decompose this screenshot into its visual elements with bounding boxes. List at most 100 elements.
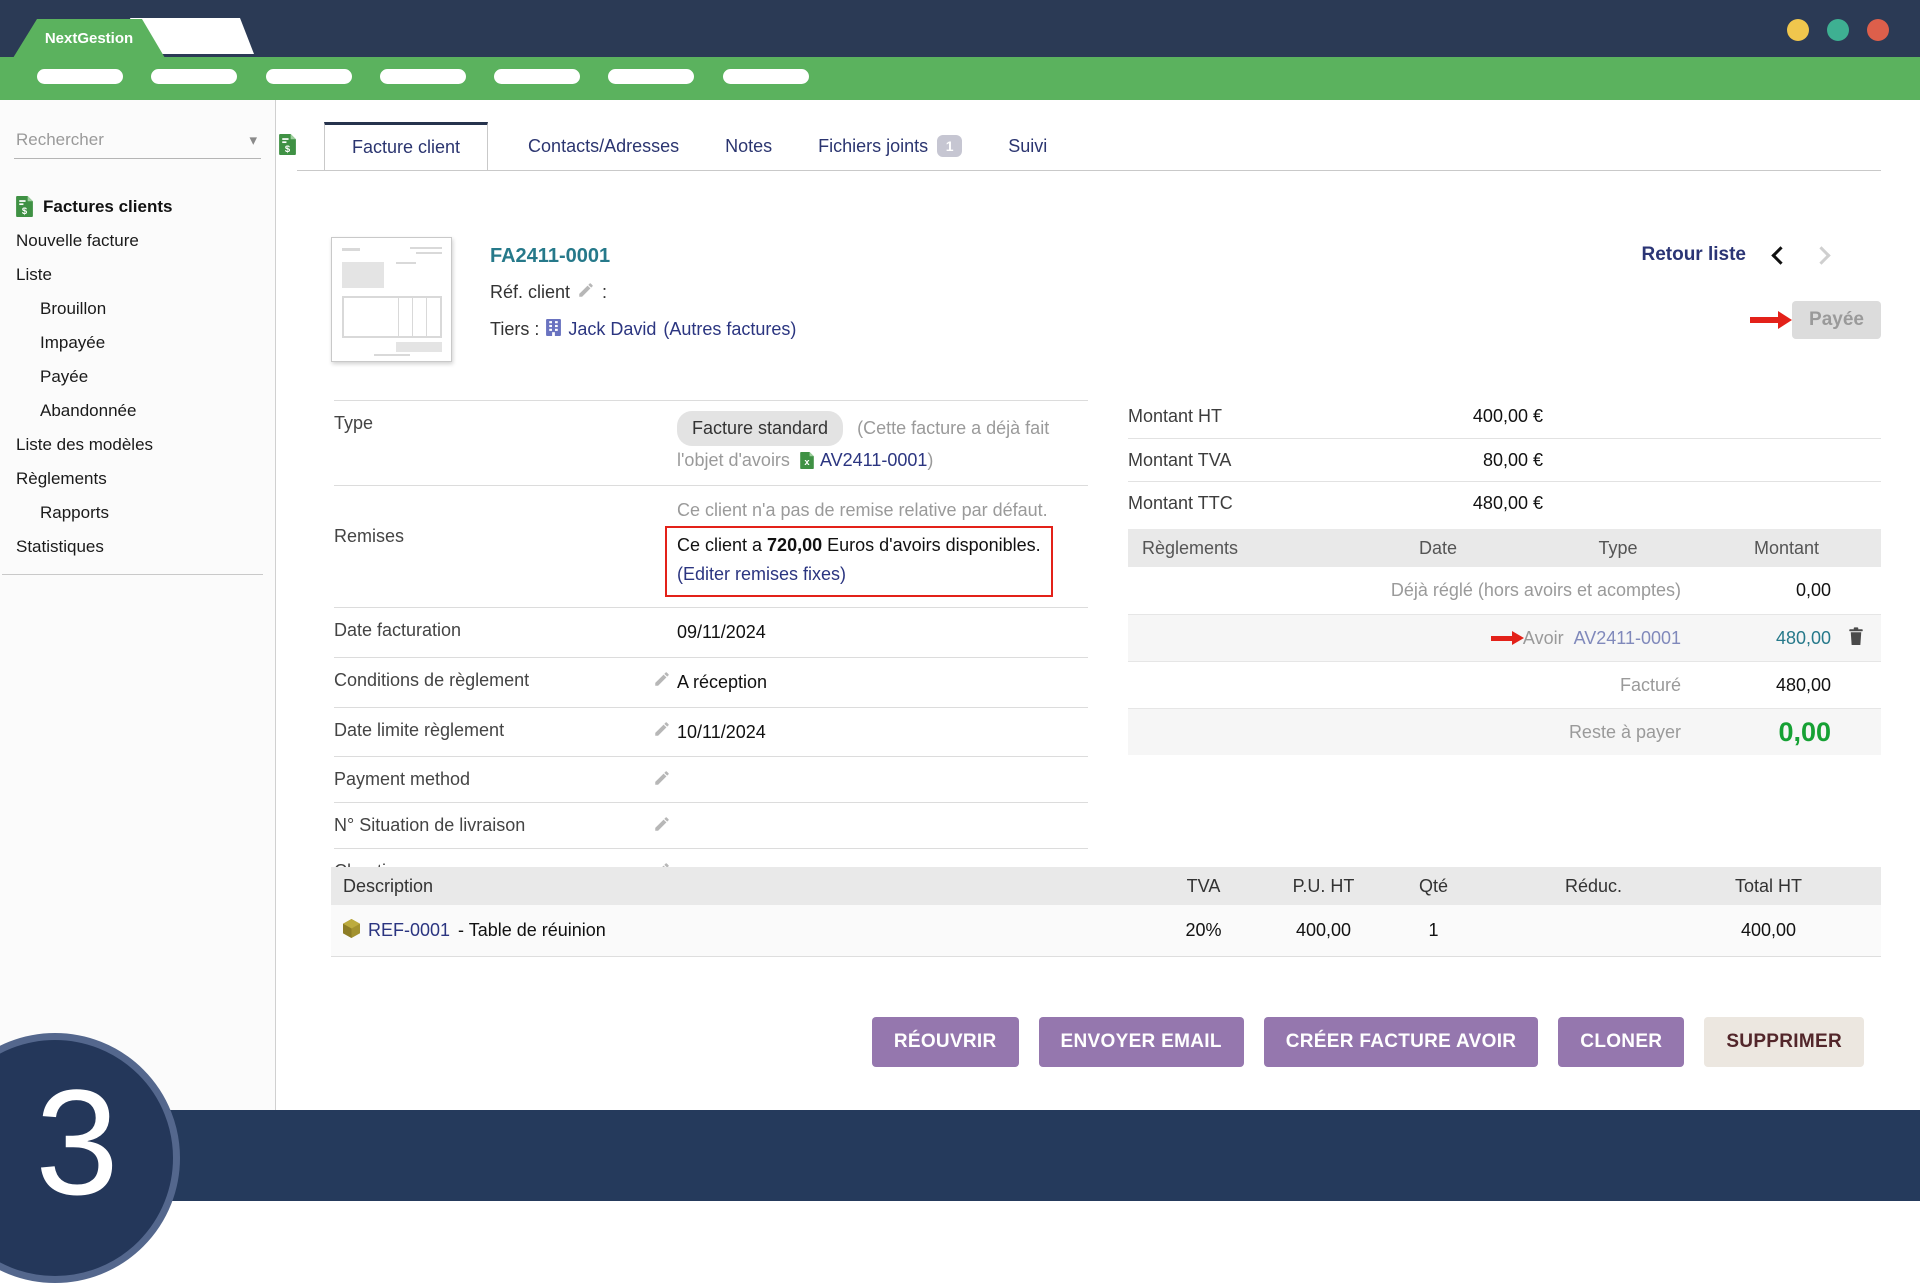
window-close-dot[interactable]	[1867, 19, 1889, 41]
reopen-button[interactable]: RÉOUVRIR	[872, 1017, 1019, 1067]
item-unit-price: 400,00	[1266, 920, 1381, 941]
column-header: Type	[1528, 538, 1708, 559]
window-maximize-dot[interactable]	[1827, 19, 1849, 41]
avoir-ref-link[interactable]: AV2411-0001	[1574, 628, 1681, 649]
chevron-left-icon[interactable]	[1771, 246, 1789, 264]
column-header: Montant	[1708, 538, 1881, 559]
delete-payment-trash-icon[interactable]	[1847, 626, 1865, 651]
tab-suivi[interactable]: Suivi	[1002, 136, 1053, 157]
menu-placeholder[interactable]	[723, 69, 809, 84]
menu-placeholder[interactable]	[151, 69, 237, 84]
step-number: 3	[35, 1056, 118, 1229]
row-label: Payment method	[334, 767, 624, 790]
tab-contacts-adresses[interactable]: Contacts/Adresses	[522, 136, 685, 157]
amounts-panel: Montant HT 400,00 € Montant TVA 80,00 € …	[1128, 395, 1881, 755]
back-to-list-link[interactable]: Retour liste	[1641, 244, 1746, 266]
type-note: l'objet d'avoirs	[677, 450, 790, 470]
column-header: Règlements	[1128, 538, 1348, 559]
column-header: Réduc.	[1486, 876, 1701, 897]
product-label: - Table de réuinion	[458, 920, 606, 941]
menu-placeholder[interactable]	[37, 69, 123, 84]
line-items-table: Description TVA P.U. HT Qté Réduc. Total…	[331, 867, 1881, 957]
edit-pencil-icon[interactable]	[577, 281, 595, 304]
edit-fixed-discounts-link[interactable]: (Editer remises fixes)	[677, 564, 846, 584]
invoice-number: FA2411-0001	[490, 245, 796, 268]
sidebar-item-liste-des-modeles[interactable]: Liste des modèles	[0, 428, 275, 462]
row-label: Conditions de règlement	[334, 668, 624, 691]
delete-button[interactable]: SUPPRIMER	[1704, 1017, 1864, 1067]
tab-bar: $ Facture client Contacts/Adresses Notes…	[279, 122, 1053, 170]
sidebar-item-factures-clients[interactable]: $ Factures clients	[0, 189, 275, 224]
chevron-right-icon[interactable]	[1812, 246, 1830, 264]
brand-tab[interactable]: NextGestion	[13, 19, 165, 58]
menu-placeholder[interactable]	[380, 69, 466, 84]
sidebar-item-statistiques[interactable]: Statistiques	[0, 530, 275, 564]
column-header: TVA	[1141, 876, 1266, 897]
tab-fichiers-joints[interactable]: Fichiers joints 1	[812, 135, 968, 157]
menu-placeholder[interactable]	[266, 69, 352, 84]
sidebar-search: ▾	[14, 126, 261, 159]
ref-client-label: Réf. client	[490, 282, 570, 303]
colon: :	[602, 282, 607, 303]
create-credit-note-button[interactable]: CRÉER FACTURE AVOIR	[1264, 1017, 1539, 1067]
edit-pencil-icon[interactable]	[653, 815, 671, 838]
edit-pencil-icon[interactable]	[653, 670, 671, 693]
sidebar-item-label: Factures clients	[43, 197, 172, 217]
credit-amount: 720,00	[767, 535, 822, 555]
autres-factures-link[interactable]: (Autres factures)	[663, 319, 796, 340]
row-label: N° Situation de livraison	[334, 813, 624, 836]
edit-pencil-icon[interactable]	[653, 720, 671, 743]
product-cube-icon	[343, 919, 360, 943]
sidebar-item-nouvelle-facture[interactable]: Nouvelle facture	[0, 224, 275, 258]
clone-button[interactable]: CLONER	[1558, 1017, 1684, 1067]
annotation-arrow-icon	[1750, 317, 1779, 323]
status-row: Payée	[1750, 301, 1881, 339]
sidebar-item-liste[interactable]: Liste	[0, 258, 275, 292]
svg-text:$: $	[22, 206, 28, 217]
tab-notes[interactable]: Notes	[719, 136, 778, 157]
tiers-label: Tiers :	[490, 319, 539, 340]
sidebar-menu: $ Factures clients Nouvelle facture List…	[0, 189, 275, 575]
amount-value: 480,00 €	[1388, 493, 1543, 514]
type-note: (Cette facture a déjà fait	[857, 418, 1049, 438]
sidebar-item-abandonnee[interactable]: Abandonnée	[0, 394, 275, 428]
send-email-button[interactable]: ENVOYER EMAIL	[1039, 1017, 1244, 1067]
tabbar-underline	[297, 170, 1881, 171]
search-input[interactable]	[16, 130, 249, 150]
column-header: Description	[331, 876, 1141, 897]
row-value: 10/11/2024	[677, 718, 1088, 747]
row-label: Date limite règlement	[334, 718, 624, 741]
payment-row-remaining: Reste à payer 0,00	[1128, 708, 1881, 755]
detail-row-date-facturation: Date facturation 09/11/2024	[334, 607, 1088, 657]
product-ref-link[interactable]: REF-0001	[368, 920, 450, 941]
row-value: A réception	[677, 668, 1088, 697]
avoir-value: 480,00	[1681, 628, 1831, 649]
item-total: 400,00	[1701, 920, 1836, 941]
column-header: Total HT	[1701, 876, 1836, 897]
sidebar-item-rapports[interactable]: Rapports	[0, 496, 275, 530]
invoice-thumbnail[interactable]	[331, 237, 452, 362]
item-tva: 20%	[1141, 920, 1266, 941]
invoiced-value: 480,00	[1681, 675, 1831, 696]
column-header: Date	[1348, 538, 1528, 559]
tab-facture-client[interactable]: Facture client	[324, 122, 488, 170]
svg-text:x: x	[804, 457, 810, 467]
tab-label: Fichiers joints	[818, 136, 928, 157]
menu-placeholder[interactable]	[494, 69, 580, 84]
invoice-details-table: Type Facture standard (Cette facture a d…	[334, 400, 1088, 895]
chevron-down-icon[interactable]: ▾	[249, 131, 257, 149]
attachments-count-badge: 1	[937, 135, 962, 157]
sidebar-item-brouillon[interactable]: Brouillon	[0, 292, 275, 326]
tiers-name-link[interactable]: Jack David	[568, 319, 656, 340]
detail-row-conditions: Conditions de règlement A réception	[334, 657, 1088, 707]
sidebar-item-reglements[interactable]: Règlements	[0, 462, 275, 496]
edit-pencil-icon[interactable]	[653, 769, 671, 792]
sidebar-item-payee[interactable]: Payée	[0, 360, 275, 394]
detail-row-type: Type Facture standard (Cette facture a d…	[334, 400, 1088, 485]
type-note-close: )	[927, 450, 933, 470]
menu-placeholder[interactable]	[608, 69, 694, 84]
sidebar-item-impayee[interactable]: Impayée	[0, 326, 275, 360]
brand-logo-text: NextGestion	[45, 30, 133, 47]
window-minimize-dot[interactable]	[1787, 19, 1809, 41]
credit-note-link[interactable]: AV2411-0001	[820, 450, 927, 470]
